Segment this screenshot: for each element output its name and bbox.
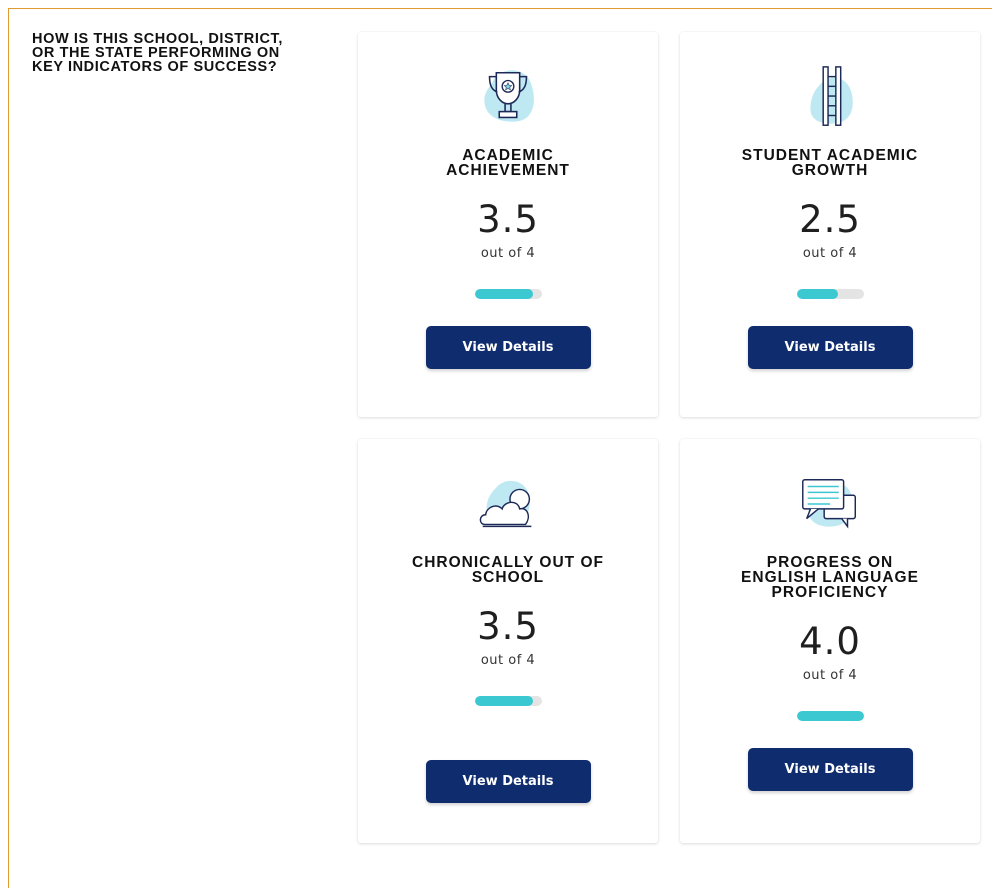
indicator-card-academic-achievement: ACADEMIC ACHIEVEMENT 3.5 out of 4 View D… [358,32,658,417]
card-title: ACADEMIC ACHIEVEMENT [446,147,570,179]
score-scale: out of 4 [802,246,858,261]
score-progress-bar [796,289,864,299]
indicator-card-english-language-proficiency: PROGRESS ON ENGLISH LANGUAGE PROFICIENCY… [680,439,980,843]
score-progress-fill [796,289,839,299]
view-details-button[interactable]: View Details [425,760,591,803]
score-progress-fill [474,289,534,299]
score-progress-bar [474,289,542,299]
card-title: CHRONICALLY OUT OF SCHOOL [412,554,604,586]
trophy-icon [468,62,548,134]
card-title: STUDENT ACADEMIC GROWTH [741,147,919,179]
score-progress-fill [474,696,534,706]
indicator-card-chronically-out-of-school: CHRONICALLY OUT OF SCHOOL 3.5 out of 4 V… [358,439,658,843]
chat-bubbles-icon [790,469,870,541]
score-value: 2.5 [799,198,861,241]
score-progress-bar [474,696,542,706]
score-scale: out of 4 [480,653,536,668]
score-scale: out of 4 [480,246,536,261]
score-value: 3.5 [477,198,539,241]
card-title: PROGRESS ON ENGLISH LANGUAGE PROFICIENCY [741,554,919,601]
score-progress-fill [796,711,864,721]
score-value: 3.5 [477,605,539,648]
section-heading: HOW IS THIS SCHOOL, DISTRICT, OR THE STA… [32,31,284,75]
score-value: 4.0 [799,620,861,663]
view-details-button[interactable]: View Details [747,748,913,791]
score-scale: out of 4 [802,668,858,683]
indicator-card-student-academic-growth: STUDENT ACADEMIC GROWTH 2.5 out of 4 Vie… [680,32,980,417]
ladder-icon [790,62,870,134]
score-progress-bar [796,711,864,721]
view-details-button[interactable]: View Details [425,326,591,369]
cloud-sun-icon [468,469,548,541]
view-details-button[interactable]: View Details [747,326,913,369]
